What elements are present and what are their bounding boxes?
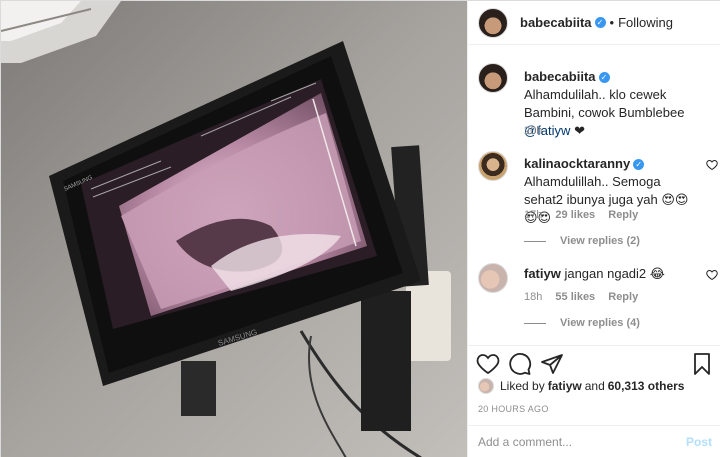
post-photo[interactable]: SAMSUNG SAMSUNG <box>1 1 467 457</box>
action-bar <box>468 345 720 381</box>
comment-meta: 17h 29 likes Reply <box>524 209 648 221</box>
commenter-avatar[interactable] <box>478 151 508 181</box>
commenter-avatar[interactable] <box>478 263 508 293</box>
bookmark-icon[interactable] <box>690 352 714 376</box>
caption-avatar[interactable] <box>478 63 508 93</box>
liker-avatar[interactable] <box>478 378 494 394</box>
comment-emoji: 😂 <box>649 266 665 281</box>
comment-input[interactable] <box>478 435 668 449</box>
replies-divider <box>524 240 546 242</box>
comment-meta: 18h 55 likes Reply <box>524 291 648 303</box>
verified-badge-icon: ✓ <box>594 17 606 28</box>
comment-composer: Post <box>468 425 720 457</box>
comment-age[interactable]: 17h <box>524 209 542 221</box>
likes-summary: Liked by fatiyw and 60,313 others <box>478 378 687 394</box>
view-replies-label: View replies (4) <box>560 317 640 329</box>
comment-body: Alhamdulillah.. Semoga sehat2 ibunya jug… <box>524 174 662 207</box>
reply-button[interactable]: Reply <box>608 209 638 221</box>
replies-divider <box>524 322 546 324</box>
comment-likes[interactable]: 29 likes <box>555 209 595 221</box>
verified-badge-icon: ✓ <box>633 159 645 170</box>
view-replies-button[interactable]: View replies (2) <box>524 235 640 247</box>
post-header: babecabiita ✓ • Following <box>468 1 720 45</box>
comment-text: fatiyw jangan ngadi2 😂 <box>524 265 689 283</box>
share-icon[interactable] <box>540 352 564 376</box>
post-timestamp[interactable]: 20 HOURS AGO <box>478 404 549 414</box>
caption-row: babecabiita ✓ Alhamdulilah.. klo cewek Ba… <box>478 63 718 143</box>
caption-body: Alhamdulilah.. klo cewek Bambini, cowok … <box>524 87 685 120</box>
comment-age[interactable]: 18h <box>524 291 542 303</box>
caption-username[interactable]: babecabiita <box>524 69 596 84</box>
heart-icon[interactable] <box>706 159 718 171</box>
view-replies-button[interactable]: View replies (4) <box>524 317 640 329</box>
caption-meta: 20h <box>524 125 552 137</box>
comment-likes[interactable]: 55 likes <box>555 291 595 303</box>
commenter-username[interactable]: fatiyw <box>524 266 561 281</box>
post-comment-button[interactable]: Post <box>686 435 712 449</box>
view-replies-label: View replies (2) <box>560 235 640 247</box>
comments-list[interactable]: babecabiita ✓ Alhamdulilah.. klo cewek Ba… <box>468 45 720 345</box>
comment-row: kalinaocktaranny ✓ Alhamdulillah.. Semoga… <box>478 151 718 247</box>
heart-icon[interactable] <box>706 269 718 281</box>
verified-badge-icon: ✓ <box>598 72 610 83</box>
header-separator: • <box>609 15 615 30</box>
comment-body: jangan ngadi2 <box>560 266 650 281</box>
likes-others[interactable]: 60,313 others <box>608 379 685 393</box>
caption-emoji: ❤ <box>574 123 585 138</box>
commenter-username[interactable]: kalinaocktaranny <box>524 156 630 171</box>
post-sidebar: babecabiita ✓ • Following babecabiita ✓ A… <box>467 1 720 457</box>
author-username[interactable]: babecabiita <box>520 15 592 30</box>
likes-middle: and <box>584 379 605 393</box>
ultrasound-monitor-photo: SAMSUNG SAMSUNG <box>1 1 467 457</box>
heart-icon[interactable] <box>476 352 500 376</box>
likes-user[interactable]: fatiyw <box>548 379 582 393</box>
post-modal: SAMSUNG SAMSUNG babecabiita ✓ • Followin… <box>0 0 720 457</box>
caption-age[interactable]: 20h <box>524 125 542 137</box>
author-avatar[interactable] <box>478 7 508 38</box>
follow-status-button[interactable]: Following <box>618 15 673 30</box>
comment-icon[interactable] <box>508 352 532 376</box>
reply-button[interactable]: Reply <box>608 291 638 303</box>
comment-row: fatiyw jangan ngadi2 😂 18h 55 likes Repl… <box>478 263 718 343</box>
likes-prefix: Liked by <box>500 379 545 393</box>
